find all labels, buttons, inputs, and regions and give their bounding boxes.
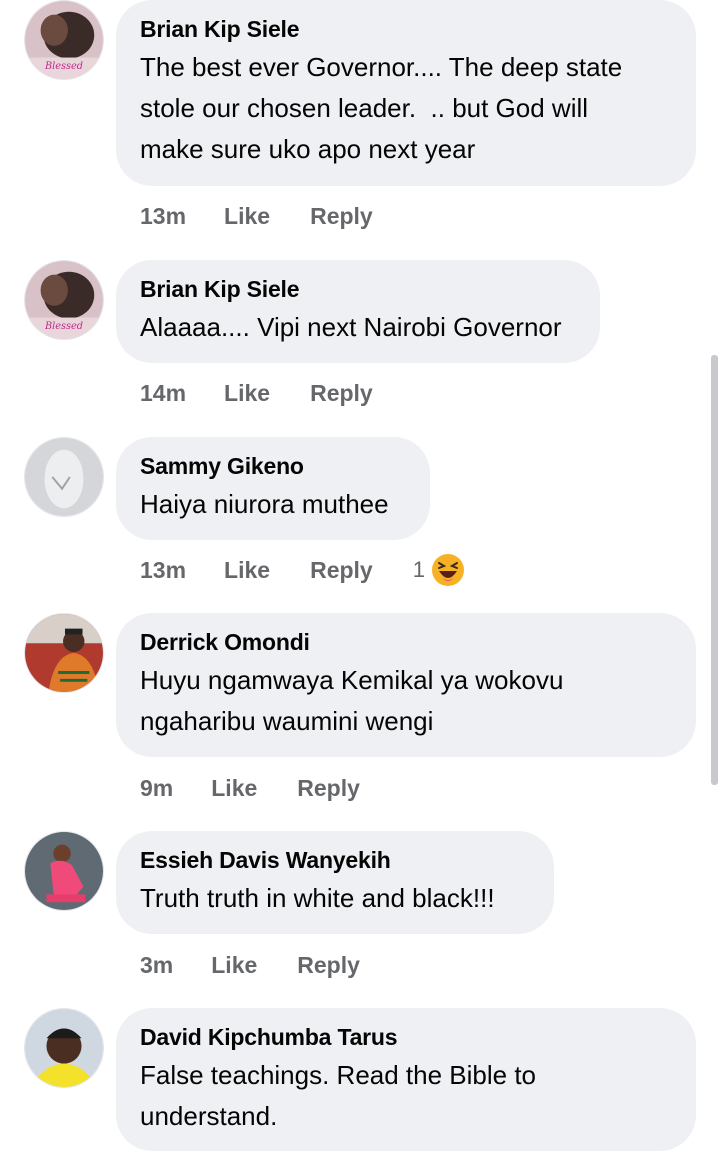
avatar[interactable]: Blessed: [24, 260, 104, 340]
comment-author[interactable]: Brian Kip Siele: [140, 275, 574, 303]
reply-button[interactable]: Reply: [297, 952, 360, 979]
like-button[interactable]: Like: [224, 380, 270, 407]
reply-button[interactable]: Reply: [310, 557, 373, 584]
comment-author[interactable]: Derrick Omondi: [140, 628, 670, 656]
comment-text: False teachings. Read the Bible to under…: [140, 1060, 537, 1131]
avatar[interactable]: [24, 437, 104, 517]
comment-bubble: David Kipchumba Tarus False teachings. R…: [116, 1008, 696, 1151]
comment-time[interactable]: 13m: [140, 203, 186, 230]
comment-time[interactable]: 14m: [140, 380, 186, 407]
comment-actions: 3m Like Reply: [140, 945, 400, 985]
like-button[interactable]: Like: [211, 775, 257, 802]
avatar-label: Blessed: [44, 321, 83, 332]
comment-text: Huyu ngamwaya Kemikal ya wokovu ngaharib…: [140, 665, 564, 736]
comment-text: Truth truth in white and black!!!: [140, 883, 495, 913]
comment-actions: 13m Like Reply 1: [140, 550, 465, 590]
comment-text: Haiya niurora muthee: [140, 489, 389, 519]
reaction-summary[interactable]: 1: [413, 553, 465, 587]
avatar[interactable]: [24, 613, 104, 693]
scrollbar[interactable]: [711, 355, 718, 785]
comment-text: The best ever Governor.... The deep stat…: [140, 52, 623, 164]
comment-author[interactable]: Brian Kip Siele: [140, 15, 670, 43]
comment-time[interactable]: 9m: [140, 775, 173, 802]
reply-button[interactable]: Reply: [310, 203, 373, 230]
comment-bubble: Sammy Gikeno Haiya niurora muthee: [116, 437, 430, 540]
haha-emoji-icon: [431, 554, 464, 586]
comment-author[interactable]: David Kipchumba Tarus: [140, 1023, 670, 1051]
avatar[interactable]: [24, 831, 104, 911]
reaction-count: 1: [412, 557, 425, 582]
avatar[interactable]: [24, 1008, 104, 1088]
comment-actions: 13m Like Reply: [140, 196, 413, 236]
comment-bubble: Brian Kip Siele The best ever Governor..…: [116, 0, 696, 186]
comment-time[interactable]: 3m: [140, 952, 173, 979]
avatar[interactable]: Blessed: [24, 0, 104, 80]
comment-text: Alaaaa.... Vipi next Nairobi Governor: [140, 312, 562, 342]
like-button[interactable]: Like: [224, 203, 270, 230]
comment-author[interactable]: Essieh Davis Wanyekih: [140, 846, 528, 874]
comment-bubble: Brian Kip Siele Alaaaa.... Vipi next Nai…: [116, 260, 600, 363]
reply-button[interactable]: Reply: [297, 775, 360, 802]
comment-actions: 9m Like Reply: [140, 768, 400, 808]
like-button[interactable]: Like: [211, 952, 257, 979]
comment-author[interactable]: Sammy Gikeno: [140, 452, 404, 480]
reply-button[interactable]: Reply: [310, 380, 373, 407]
comment-bubble: Derrick Omondi Huyu ngamwaya Kemikal ya …: [116, 613, 696, 757]
like-button[interactable]: Like: [224, 557, 270, 584]
comment-time[interactable]: 13m: [140, 557, 186, 584]
comment-bubble: Essieh Davis Wanyekih Truth truth in whi…: [116, 831, 554, 934]
comment-actions: 14m Like Reply: [140, 373, 413, 413]
avatar-label: Blessed: [44, 61, 83, 72]
